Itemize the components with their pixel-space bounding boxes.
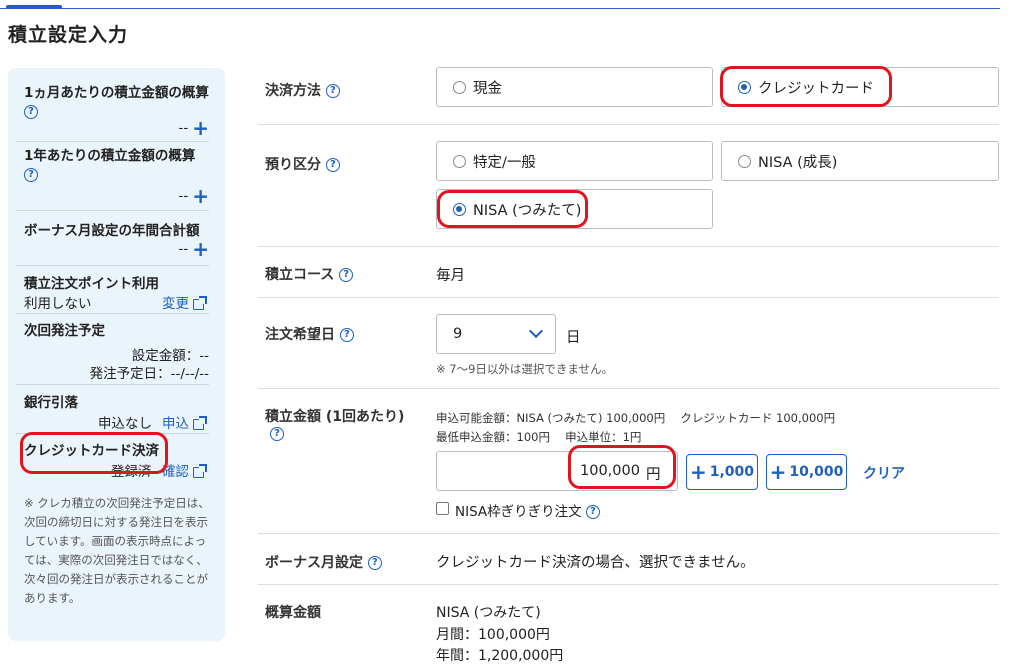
help-icon[interactable]: ? <box>325 158 340 172</box>
bonus-total-label: ボーナス月設定の年間合計額 <box>24 223 200 239</box>
course-value: 毎月 <box>436 268 465 284</box>
estimate-monthly: 月間：100,000円 <box>436 627 550 643</box>
radio-icon <box>453 154 466 168</box>
help-icon[interactable]: ? <box>325 84 340 98</box>
divider <box>258 533 999 534</box>
external-link-icon <box>193 295 207 310</box>
amount-limits: 申込可能金額：NISA (つみたて) 100,000円 クレジットカード 100… <box>436 411 836 425</box>
plus-icon: + <box>769 460 787 484</box>
payment-option-cash[interactable]: 現金 <box>436 67 713 107</box>
account-option-nisa-growth[interactable]: NISA (成長) <box>721 141 999 181</box>
estimate-yearly: 年間：1,200,000円 <box>436 648 564 664</box>
account-option-specific[interactable]: 特定/一般 <box>436 141 713 181</box>
plus-icon: + <box>689 460 707 484</box>
payment-method-label: 決済方法 ? <box>265 80 340 100</box>
help-icon[interactable]: ? <box>339 328 354 342</box>
external-link-icon <box>193 415 207 430</box>
help-icon[interactable]: ? <box>339 268 354 282</box>
add-1000-button[interactable]: +1,000 <box>686 454 758 490</box>
sidebar-note: ※ クレカ積立の次回発注予定日は、次回の締切日に対する発注日を表示しています。画… <box>24 496 210 605</box>
chevron-down-icon <box>528 323 544 339</box>
divider <box>258 297 999 298</box>
order-day-note: ※ 7〜9日以外は選択できません。 <box>436 362 614 376</box>
next-order-label: 次回発注予定 <box>24 323 105 339</box>
bonus-total-row: -- + <box>100 237 209 261</box>
external-link-icon <box>193 463 207 478</box>
yearly-estimate-row: -- + <box>100 184 209 208</box>
monthly-estimate-row: -- + <box>100 116 209 140</box>
divider <box>16 141 209 142</box>
bonus-month-label: ボーナス月設定 ? <box>265 552 382 572</box>
divider <box>16 265 209 266</box>
next-order-amount: 設定金額：-- <box>131 348 209 364</box>
expand-plus-icon[interactable]: + <box>192 116 209 140</box>
amount-label: 積立金額 (1回あたり) <box>265 409 405 425</box>
bonus-month-value: クレジットカード決済の場合、選択できません。 <box>436 555 755 571</box>
help-icon[interactable]: ? <box>367 556 382 570</box>
active-tab-indicator <box>6 5 62 9</box>
account-type-label: 預り区分 ? <box>265 154 340 174</box>
divider <box>258 246 999 247</box>
highlight-amount <box>568 445 676 489</box>
estimate-label: 概算金額 <box>265 605 321 621</box>
expand-plus-icon[interactable]: + <box>192 184 209 208</box>
clear-button[interactable]: クリア <box>863 463 905 483</box>
divider <box>16 384 209 385</box>
help-icon[interactable]: ? <box>24 168 38 182</box>
radio-icon <box>453 80 466 94</box>
bonus-total-value: -- <box>178 241 189 257</box>
points-label: 積立注文ポイント利用 <box>24 276 159 292</box>
divider <box>258 388 999 389</box>
highlight-nisa-tsumitate <box>437 190 588 228</box>
page-title: 積立設定入力 <box>8 24 129 46</box>
points-value: 利用しない <box>24 296 92 312</box>
expand-plus-icon[interactable]: + <box>192 237 209 261</box>
next-order-date: 発注予定日：--/--/-- <box>89 366 209 382</box>
header-rule <box>0 8 1000 9</box>
order-day-unit: 日 <box>566 330 581 346</box>
points-change-link[interactable]: 変更 <box>162 292 207 312</box>
credit-card-confirm-link[interactable]: 確認 <box>162 460 207 480</box>
order-day-select[interactable]: 9 <box>436 314 556 354</box>
radio-icon <box>738 154 751 168</box>
yearly-estimate-value: -- <box>178 188 189 204</box>
highlight-credit-card-option <box>720 66 892 107</box>
course-label: 積立コース ? <box>265 264 354 284</box>
divider <box>258 124 999 125</box>
nisa-limit-label: NISA枠ぎりぎり注文 ? <box>455 500 600 520</box>
monthly-estimate-value: -- <box>178 120 189 136</box>
estimate-account: NISA (つみたて) <box>436 605 541 621</box>
highlight-credit-card-status <box>20 432 168 474</box>
bank-debit-label: 銀行引落 <box>24 395 78 411</box>
help-icon[interactable]: ? <box>585 505 600 519</box>
divider <box>258 584 999 585</box>
bank-debit-value: 申込なし <box>98 416 152 432</box>
divider <box>16 210 209 211</box>
bank-apply-link[interactable]: 申込 <box>162 412 207 432</box>
help-icon[interactable]: ? <box>24 105 38 119</box>
add-10000-button[interactable]: +10,000 <box>766 454 847 490</box>
divider <box>16 313 209 314</box>
order-day-label: 注文希望日 ? <box>265 324 354 344</box>
amount-minimum: 最低申込金額：100円 申込単位：1円 <box>436 430 642 444</box>
yearly-estimate-label: 1年あたりの積立金額の概算? <box>24 148 196 182</box>
help-icon[interactable]: ? <box>270 427 284 441</box>
nisa-limit-checkbox[interactable] <box>436 502 449 515</box>
